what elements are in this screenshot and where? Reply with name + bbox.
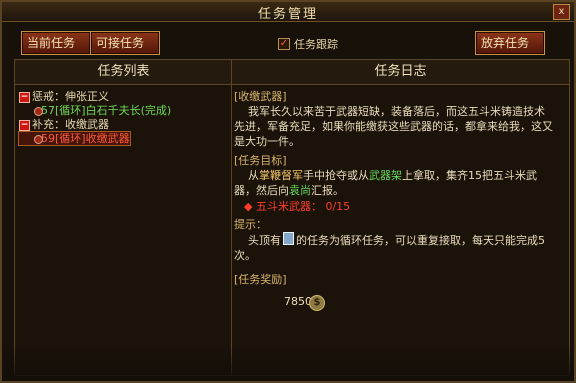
coin-icon: $ [309, 295, 325, 311]
objective-part-1: 从 [248, 169, 259, 182]
task-tree: − 惩戒：伸张正义 57[循环]白石千夫长(完成) − 补充：收缴武器 59[循… [18, 90, 225, 146]
checkbox-mark[interactable]: ✓ [278, 38, 290, 50]
task-group-1[interactable]: − 惩戒：伸张正义 [19, 90, 225, 104]
minus-icon[interactable]: − [19, 120, 30, 131]
task-group-label: 惩戒：伸张正义 [32, 90, 109, 103]
task-list-panel: 任务列表 − 惩戒：伸张正义 57[循环]白石千夫长(完成) − 补充：收缴武器… [14, 59, 233, 376]
task-item-2[interactable]: 59[循环]收缴武器 [18, 131, 225, 146]
task-group-label: 补充：收缴武器 [32, 118, 109, 131]
objective-keyword-3[interactable]: 袁尚 [289, 184, 311, 197]
cycle-icon [34, 135, 43, 144]
task-log-header: 任务日志 [232, 60, 569, 85]
bottom-decoration [2, 347, 574, 381]
hint-part-1: 头顶有 [248, 234, 281, 247]
task-group-2[interactable]: − 补充：收缴武器 [19, 118, 225, 132]
log-section-title: [收缴武器] [234, 90, 287, 103]
current-tasks-button[interactable]: 当前任务 [21, 31, 91, 55]
task-list-header: 任务列表 [15, 60, 232, 85]
reward-value: 7850 [284, 295, 312, 308]
minus-icon[interactable]: − [19, 92, 30, 103]
objective-progress: ◆ 五斗米武器： 0/15 [244, 200, 351, 213]
window-title: 任务管理 [257, 7, 318, 22]
cycle-icon [34, 107, 43, 116]
task-item-1[interactable]: 57[循环]白石千夫长(完成) [19, 104, 225, 118]
objective-keyword-1[interactable]: 掌鞭督军 [259, 169, 303, 182]
log-objective-text: 从掌鞭督军手中抢夺或从武器架上拿取，集齐15把五斗米武器，然后向袁尚汇报。 [234, 168, 554, 198]
objective-keyword-2[interactable]: 武器架 [369, 169, 402, 182]
cycle-icon [283, 232, 294, 245]
hint-text: 头顶有 的任务为循环任务，可以重复接取，每天只能完成5次。 [234, 232, 554, 263]
reward-title: [任务奖励] [234, 273, 287, 286]
objective-part-2: 手中抢夺或从 [303, 169, 369, 182]
task-management-window: 任务管理 x 当前任务 可接任务 ✓ 任务跟踪 放弃任务 任务列表 − 惩戒：伸… [0, 0, 576, 383]
log-section-1: [收缴武器] 我军长久以来苦于武器短缺，装备落后，而这五斗米铸造技术先进，军备充… [234, 88, 572, 149]
hint-title: 提示： [234, 218, 267, 231]
objective-part-4: 汇报。 [311, 184, 344, 197]
close-icon[interactable]: x [553, 4, 570, 20]
task-tracking-label: 任务跟踪 [294, 38, 338, 51]
log-section-4: [任务奖励] [234, 271, 572, 287]
log-section-title: [任务目标] [234, 154, 287, 167]
abandon-task-button[interactable]: 放弃任务 [475, 31, 545, 55]
available-tasks-button[interactable]: 可接任务 [90, 31, 160, 55]
log-section-2: [任务目标] 从掌鞭督军手中抢夺或从武器架上拿取，集齐15把五斗米武器，然后向袁… [234, 152, 572, 214]
log-section-text: 我军长久以来苦于武器短缺，装备落后，而这五斗米铸造技术先进，军备充足，如果你能缴… [234, 105, 553, 148]
log-section-3: 提示： 头顶有 的任务为循环任务，可以重复接取，每天只能完成5次。 [234, 216, 572, 263]
window-titlebar: 任务管理 x [2, 2, 574, 22]
task-tracking-checkbox[interactable]: ✓ 任务跟踪 [278, 36, 338, 52]
